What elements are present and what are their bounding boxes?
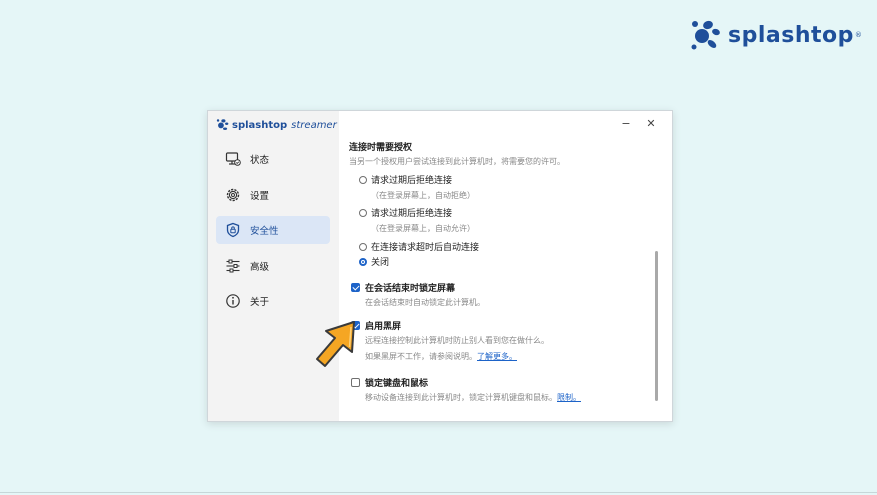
lock-input-desc-text: 移动设备连接到此计算机时，锁定计算机键盘和鼠标。 bbox=[365, 393, 557, 402]
lock-input-option[interactable]: 锁定键盘和鼠标 bbox=[351, 376, 428, 389]
sidebar-item-status[interactable]: 状态 bbox=[216, 145, 330, 173]
lock-screen-option[interactable]: 在会话结束时锁定屏幕 bbox=[351, 281, 455, 294]
sidebar-item-about[interactable]: 关于 bbox=[216, 287, 330, 315]
close-button[interactable]: ✕ bbox=[641, 116, 661, 132]
sidebar-item-security[interactable]: 安全性 bbox=[216, 216, 330, 244]
auth-option-1[interactable]: 请求过期后拒绝连接 bbox=[359, 173, 452, 186]
brand-name: splashtop bbox=[728, 22, 854, 48]
sidebar-item-label: 高级 bbox=[250, 261, 270, 273]
auth-option-2-hint: （在登录屏幕上，自动允许） bbox=[371, 224, 475, 233]
auth-option-2-label: 请求过期后拒绝连接 bbox=[371, 209, 453, 219]
radio-button[interactable] bbox=[359, 243, 367, 251]
lock-screen-checkbox[interactable] bbox=[351, 283, 360, 292]
info-icon bbox=[224, 292, 242, 310]
sliders-icon bbox=[224, 257, 242, 275]
app-logo-icon bbox=[216, 119, 229, 130]
pointer-arrow-icon bbox=[316, 321, 355, 367]
auth-option-3-label: 在连接请求超时后自动连接 bbox=[371, 243, 480, 253]
auth-option-1-hint: （在登录屏幕上，自动拒绝） bbox=[371, 191, 475, 200]
settings-window: splashtop streamer 状态 设置 安全性 高级 关于 − ✕ 连… bbox=[207, 110, 673, 422]
shield-lock-icon bbox=[224, 221, 242, 239]
auth-option-1-label: 请求过期后拒绝连接 bbox=[371, 176, 453, 186]
black-screen-help-text: 如果黑屏不工作，请参阅说明。 bbox=[365, 352, 477, 361]
lock-screen-label: 在会话结束时锁定屏幕 bbox=[365, 284, 456, 294]
lock-input-label: 锁定键盘和鼠标 bbox=[365, 379, 429, 389]
gear-icon bbox=[224, 186, 242, 204]
sidebar-nav: 状态 设置 安全性 高级 关于 bbox=[216, 145, 330, 323]
auth-section-title: 连接时需要授权 bbox=[349, 143, 413, 153]
radio-button[interactable] bbox=[359, 176, 367, 184]
splashtop-logo-icon bbox=[691, 20, 720, 50]
app-logo: splashtop streamer bbox=[216, 118, 337, 132]
minimize-button[interactable]: − bbox=[616, 116, 636, 132]
limits-link[interactable]: 限制。 bbox=[557, 393, 581, 402]
app-logo-product: streamer bbox=[291, 119, 337, 131]
black-screen-help: 如果黑屏不工作，请参阅说明。了解更多。 bbox=[365, 351, 517, 362]
sidebar-item-advanced[interactable]: 高级 bbox=[216, 252, 330, 280]
brand-logo: splashtop ® bbox=[690, 18, 862, 52]
black-screen-desc: 远程连接控制此计算机时防止别人看到您在做什么。 bbox=[365, 336, 549, 345]
auth-section-desc: 当另一个授权用户尝试连接到此计算机时，将需要您的许可。 bbox=[349, 157, 565, 166]
sidebar-item-label: 状态 bbox=[250, 155, 270, 166]
bottom-divider bbox=[0, 492, 877, 493]
brand-registered-mark: ® bbox=[854, 31, 862, 39]
sidebar-item-label: 关于 bbox=[250, 297, 270, 308]
auth-option-3[interactable]: 在连接请求超时后自动连接 bbox=[359, 240, 479, 253]
lock-input-desc: 移动设备连接到此计算机时，锁定计算机键盘和鼠标。限制。 bbox=[365, 392, 581, 403]
sidebar-item-label: 安全性 bbox=[250, 226, 279, 237]
radio-button-selected[interactable] bbox=[359, 258, 367, 266]
learn-more-link[interactable]: 了解更多。 bbox=[477, 352, 517, 361]
sidebar: splashtop streamer 状态 设置 安全性 高级 关于 bbox=[208, 111, 339, 421]
black-screen-label: 启用黑屏 bbox=[365, 322, 402, 332]
radio-button[interactable] bbox=[359, 209, 367, 217]
scrollbar[interactable] bbox=[655, 251, 658, 401]
app-logo-name: splashtop bbox=[232, 119, 288, 131]
sidebar-item-label: 设置 bbox=[250, 190, 270, 202]
monitor-status-icon bbox=[224, 150, 242, 168]
auth-option-4[interactable]: 关闭 bbox=[359, 255, 389, 268]
security-settings-panel: 连接时需要授权 当另一个授权用户尝试连接到此计算机时，将需要您的许可。 请求过期… bbox=[349, 135, 649, 415]
lock-input-checkbox[interactable] bbox=[351, 378, 360, 387]
lock-screen-desc: 在会话结束时自动锁定此计算机。 bbox=[365, 298, 485, 307]
auth-option-4-label: 关闭 bbox=[371, 258, 390, 268]
sidebar-item-settings[interactable]: 设置 bbox=[216, 181, 330, 209]
auth-option-2[interactable]: 请求过期后拒绝连接 bbox=[359, 206, 452, 219]
